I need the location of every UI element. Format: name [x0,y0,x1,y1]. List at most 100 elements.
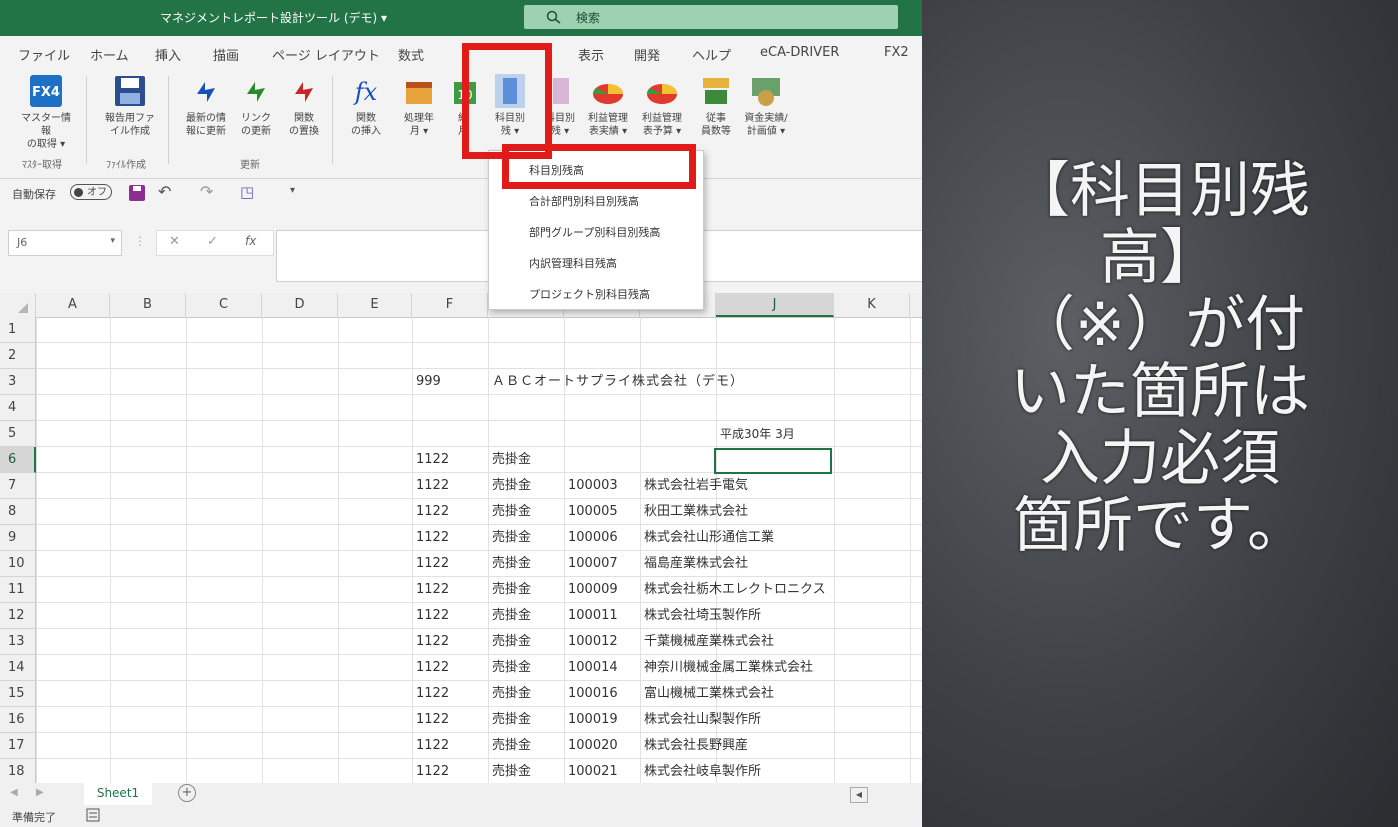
row-header[interactable]: 2 [0,343,36,369]
insert-function-button[interactable]: fx 関数 の挿入 [340,74,392,138]
row-header[interactable]: 6 [0,447,36,473]
tab-file[interactable]: ファイル [18,45,70,64]
row-header[interactable]: 11 [0,577,36,603]
cell-i[interactable]: 福島産業株式会社 [644,551,748,577]
row-header[interactable]: 10 [0,551,36,577]
cell-f[interactable]: 1122 [416,447,449,473]
sheet-tab[interactable]: Sheet1 [84,783,152,807]
save-icon[interactable] [128,184,146,206]
insert-function-icon[interactable]: fx [245,234,256,248]
cell-g[interactable]: 売掛金 [492,447,531,473]
row-header[interactable]: 5 [0,421,36,447]
add-sheet-icon[interactable]: + [178,784,196,802]
scroll-left-icon[interactable]: ◀ [850,787,868,803]
cell-i[interactable]: 株式会社栃木エレクトロニクス [644,577,826,603]
cell-h[interactable]: 100012 [568,629,618,655]
cell-f[interactable]: 1122 [416,525,449,551]
row-header[interactable]: 1 [0,317,36,343]
row-header[interactable]: 3 [0,369,36,395]
menu-item-dept-total-balance[interactable]: 合計部門別科目別残高 [529,193,639,209]
cell-h[interactable]: 100005 [568,499,618,525]
tab-help[interactable]: ヘルプ [692,45,731,64]
column-header-selected[interactable]: J [716,293,834,317]
row-header[interactable]: 9 [0,525,36,551]
cell-g[interactable]: 売掛金 [492,759,531,783]
tab-fx2[interactable]: FX2 [884,45,909,60]
cell-i[interactable]: 株式会社長野興産 [644,733,748,759]
master-info-button[interactable]: FX4 マスター情報 の取得 ▾ [20,74,72,151]
column-header[interactable]: A [36,293,110,317]
cell-h[interactable]: 100020 [568,733,618,759]
cell-g[interactable]: 売掛金 [492,681,531,707]
confirm-icon[interactable]: ✓ [207,234,218,249]
cell-f[interactable]: 1122 [416,681,449,707]
cell-h[interactable]: 100003 [568,473,618,499]
cell-g[interactable]: 売掛金 [492,577,531,603]
row-header[interactable]: 7 [0,473,36,499]
tab-insert[interactable]: 挿入 [155,45,181,64]
search-box[interactable]: 検索 [524,5,898,29]
column-header[interactable]: K [834,293,910,317]
row-header[interactable]: 14 [0,655,36,681]
cell-h[interactable]: 100006 [568,525,618,551]
customize-qat-icon[interactable]: ▾ [290,185,295,196]
cell-g[interactable]: 売掛金 [492,603,531,629]
tab-draw[interactable]: 描画 [213,45,239,64]
cell-i[interactable]: 秋田工業株式会社 [644,499,748,525]
cell-i[interactable]: 株式会社岩手電気 [644,473,748,499]
row-header[interactable]: 18 [0,759,36,783]
cell-i[interactable]: 株式会社埼玉製作所 [644,603,761,629]
cell-h[interactable]: 100007 [568,551,618,577]
menu-item-dept-group-balance[interactable]: 部門グループ別科目別残高 [529,224,660,240]
cell-g[interactable]: 売掛金 [492,473,531,499]
fund-plan-button[interactable]: 資金実績/ 計画値 ▾ [740,74,792,138]
select-all-corner[interactable] [0,293,36,317]
cell-g[interactable]: 売掛金 [492,499,531,525]
cell-h[interactable]: 100019 [568,707,618,733]
cell-f[interactable]: 1122 [416,473,449,499]
cell-j[interactable]: 平成30年 3月 [720,421,795,447]
menu-item-breakdown-balance[interactable]: 内訳管理科目残高 [529,255,617,271]
redo-icon[interactable]: ↷ [200,182,213,201]
sheet-nav-prev-icon[interactable]: ◀ [10,787,18,798]
column-header[interactable]: D [262,293,338,317]
cell-f[interactable]: 1122 [416,733,449,759]
cell-i[interactable]: 株式会社山形通信工業 [644,525,774,551]
undo-icon[interactable]: ↶ [158,182,171,201]
active-cell-j6[interactable] [714,448,832,474]
cell-f[interactable]: 1122 [416,499,449,525]
refresh-latest-button[interactable]: 最新の情 報に更新 [180,74,232,138]
row-header[interactable]: 17 [0,733,36,759]
staff-count-button[interactable]: 従事 員数等 [690,74,742,138]
column-header[interactable]: C [186,293,262,317]
cell-f[interactable]: 1122 [416,707,449,733]
profit-budget-button[interactable]: 利益管理 表予算 ▾ [636,74,688,138]
row-header[interactable]: 4 [0,395,36,421]
column-header[interactable]: E [338,293,412,317]
macro-record-icon[interactable] [86,808,100,825]
row-header[interactable]: 12 [0,603,36,629]
link-refresh-button[interactable]: リンク の更新 [230,74,282,138]
row-header[interactable]: 13 [0,629,36,655]
cell-f[interactable]: 1122 [416,603,449,629]
cell-h[interactable]: 100014 [568,655,618,681]
cancel-icon[interactable]: ✕ [169,234,180,249]
cell-f[interactable]: 999 [416,369,441,395]
row-header[interactable]: 16 [0,707,36,733]
cell-f[interactable]: 1122 [416,577,449,603]
cell-h[interactable]: 100009 [568,577,618,603]
cell-h[interactable]: 100021 [568,759,618,783]
replace-function-button[interactable]: 関数 の置換 [278,74,330,138]
column-header[interactable]: B [110,293,186,317]
profit-actual-button[interactable]: 利益管理 表実績 ▾ [582,74,634,138]
shape-icon[interactable]: ◳ [240,183,254,201]
tab-formulas[interactable]: 数式 [398,45,424,64]
cell-f[interactable]: 1122 [416,759,449,783]
report-file-button[interactable]: 報告用ファ イル作成 [104,74,156,138]
cell-g[interactable]: 売掛金 [492,707,531,733]
cell-i[interactable]: 株式会社山梨製作所 [644,707,761,733]
cell-h[interactable]: 100011 [568,603,618,629]
sheet-nav-next-icon[interactable]: ▶ [36,787,44,798]
cell-g[interactable]: 売掛金 [492,551,531,577]
cell-g[interactable]: 売掛金 [492,525,531,551]
